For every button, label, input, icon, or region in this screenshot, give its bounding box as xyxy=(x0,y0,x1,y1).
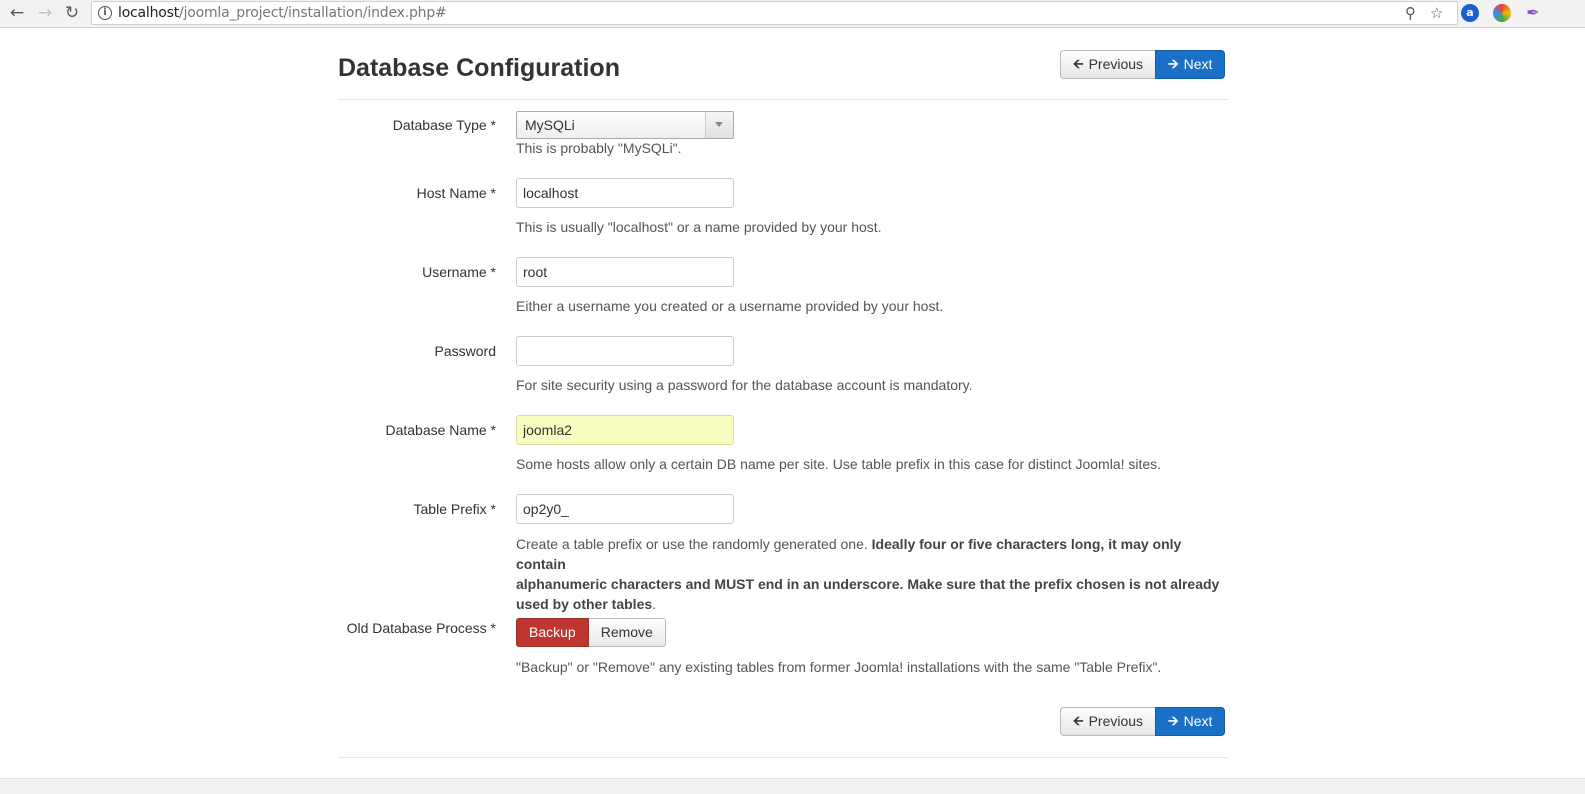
username-label: Username * xyxy=(422,264,496,280)
next-button-bottom[interactable]: 🡪 Next xyxy=(1155,707,1226,736)
prefix-help: Create a table prefix or use the randoml… xyxy=(516,534,1231,614)
key-icon[interactable]: ⚲ xyxy=(1405,4,1416,22)
star-icon[interactable]: ☆ xyxy=(1430,4,1443,22)
url-text: localhost/joomla_project/installation/in… xyxy=(118,5,447,21)
prefix-help-bold-2: alphanumeric characters and MUST end in … xyxy=(516,576,1220,592)
username-input[interactable] xyxy=(516,257,734,287)
previous-label: Previous xyxy=(1088,713,1144,729)
db-type-value: MySQLi xyxy=(525,117,575,133)
password-input[interactable] xyxy=(516,336,734,366)
chevron-down-icon[interactable] xyxy=(705,112,733,138)
old-db-toggle: Backup Remove xyxy=(516,618,666,647)
url-path: /joomla_project/installation/index.php# xyxy=(179,5,447,21)
old-db-label: Old Database Process * xyxy=(346,620,496,636)
host-help: This is usually "localhost" or a name pr… xyxy=(516,219,882,235)
page-title: Database Configuration xyxy=(338,54,620,82)
previous-button-bottom[interactable]: 🡨 Previous xyxy=(1060,707,1156,736)
forward-icon[interactable]: → xyxy=(35,3,55,23)
prefix-label: Table Prefix * xyxy=(413,501,496,517)
remove-option[interactable]: Remove xyxy=(588,618,666,647)
address-bar[interactable]: i localhost/joomla_project/installation/… xyxy=(91,1,1458,25)
bottom-nav-buttons: 🡨 Previous 🡪 Next xyxy=(1060,707,1226,736)
arrow-left-icon: 🡨 xyxy=(1073,714,1084,729)
password-label: Password xyxy=(434,343,496,359)
arrow-left-icon: 🡨 xyxy=(1073,57,1084,72)
next-label: Next xyxy=(1183,713,1213,729)
url-host: localhost xyxy=(118,5,180,21)
db-name-help: Some hosts allow only a certain DB name … xyxy=(516,456,1162,472)
extension-a-icon[interactable]: a xyxy=(1461,4,1479,22)
prefix-help-bold-3: used by other tables xyxy=(516,596,653,612)
reload-icon[interactable]: ↻ xyxy=(62,3,82,23)
db-type-select[interactable]: MySQLi xyxy=(516,111,734,139)
top-nav-buttons: 🡨 Previous 🡪 Next xyxy=(1060,50,1226,79)
host-input[interactable] xyxy=(516,178,734,208)
next-label: Next xyxy=(1183,56,1213,72)
page-footer-band xyxy=(0,778,1585,794)
back-icon[interactable]: ← xyxy=(7,3,27,23)
arrow-right-icon: 🡪 xyxy=(1168,714,1179,729)
arrow-right-icon: 🡪 xyxy=(1168,57,1179,72)
info-icon[interactable]: i xyxy=(98,6,112,20)
username-help: Either a username you created or a usern… xyxy=(516,298,944,314)
password-help: For site security using a password for t… xyxy=(516,377,973,393)
db-type-label: Database Type * xyxy=(392,117,496,133)
next-button[interactable]: 🡪 Next xyxy=(1155,50,1226,79)
browser-toolbar: ← → ↻ i localhost/joomla_project/install… xyxy=(0,0,1585,28)
db-name-input[interactable] xyxy=(516,415,734,445)
prefix-help-end: . xyxy=(652,596,657,612)
feather-icon[interactable]: ✒ xyxy=(1524,4,1542,22)
header-divider xyxy=(338,99,1228,100)
old-db-help: "Backup" or "Remove" any existing tables… xyxy=(516,659,1162,675)
previous-button[interactable]: 🡨 Previous xyxy=(1060,50,1156,79)
previous-label: Previous xyxy=(1088,56,1144,72)
db-name-label: Database Name * xyxy=(385,422,496,438)
extension-color-icon[interactable] xyxy=(1493,4,1511,22)
prefix-input[interactable] xyxy=(516,494,734,524)
backup-option[interactable]: Backup xyxy=(516,618,589,647)
footer-divider xyxy=(338,757,1228,758)
prefix-help-plain: Create a table prefix or use the randoml… xyxy=(516,536,872,552)
db-type-help: This is probably "MySQLi". xyxy=(516,140,682,156)
host-label: Host Name * xyxy=(416,185,496,201)
